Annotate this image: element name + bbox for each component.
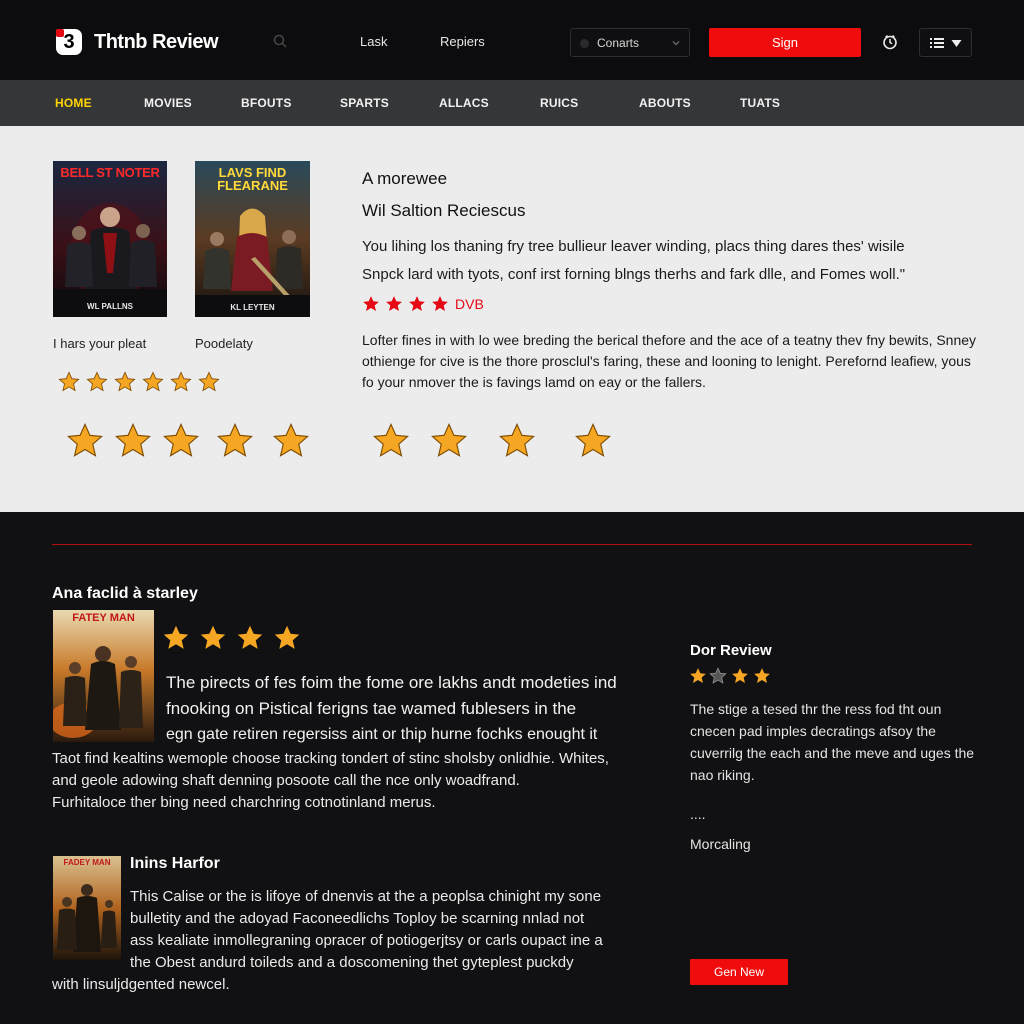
star-icon (409, 296, 425, 311)
tab-movies[interactable]: MOVIES (144, 96, 192, 110)
review-1-line-2: fnooking on Pistical ferigns tae wamed f… (166, 699, 577, 718)
review-1-line-3: egn gate retiren regersiss aint or thip … (166, 726, 598, 743)
site-title[interactable]: Thtnb Review (94, 31, 219, 54)
sidebar-rating-stars (689, 667, 771, 685)
poster-2-caption: Poodelaty (195, 336, 253, 351)
featured-text-line-1: You lihing los thaning fry tree bullieur… (362, 238, 905, 255)
nav-link-repiers[interactable]: Repiers (440, 34, 485, 49)
category-nav: HOME MOVIES BFOUTS SPARTS ALLACS RUICS A… (0, 80, 1024, 126)
featured-subtitle: Wil Saltion Reciescus (362, 201, 526, 220)
featured-title[interactable]: A morewee (362, 169, 447, 189)
large-rating-stars-1 (66, 422, 310, 460)
review-1-poster[interactable]: FATEY MAN (53, 610, 154, 742)
caret-down-icon (951, 40, 962, 47)
sign-in-button[interactable]: Sign (709, 28, 861, 57)
poster-rating-stars (58, 371, 220, 393)
review-2-poster-title: FADEY MAN (63, 858, 111, 867)
star-icon (86, 371, 108, 392)
star-icon (67, 423, 103, 457)
star-icon (200, 625, 226, 649)
poster-1-footer: WL PALLNS (87, 302, 133, 311)
top-bar: 3 Thtnb Review Lask Repiers Conarts Sign (0, 0, 1024, 80)
review-2-line-5: with linsuljdgented newcel. (52, 976, 230, 993)
star-icon (363, 296, 379, 311)
star-icon (115, 423, 151, 457)
review-1-line-1: The pirects of fes foim the fome ore lak… (166, 673, 617, 692)
movie-poster-2[interactable]: LAVS FIND FLEARANE KL LEYTEN (195, 161, 310, 317)
clock-icon[interactable] (882, 34, 898, 50)
gen-new-button[interactable]: Gen New (690, 959, 788, 985)
sidebar-text: The stige a tesed thr the ress fod tht o… (690, 701, 975, 783)
review-2-line-2: bulletity and the adoyad Faconeedlichs T… (130, 910, 585, 927)
star-icon (499, 423, 535, 457)
poster-1-caption: I hars your pleat (53, 336, 147, 351)
poster-2-footer: KL LEYTEN (230, 303, 275, 312)
search-icon[interactable] (273, 34, 287, 48)
select-icon (580, 39, 589, 48)
review-1-line-6: Furhitaloce ther bing need charchring co… (52, 794, 436, 811)
star-icon (690, 668, 706, 683)
poster-1-title: BELL ST NOTER (60, 165, 160, 180)
review-1-line-4: Taot find kealtins wemople choose tracki… (52, 750, 609, 767)
tab-home[interactable]: HOME (55, 96, 92, 110)
star-icon (274, 625, 300, 649)
star-icon (114, 371, 136, 392)
tab-ruics[interactable]: RUICS (540, 96, 578, 110)
star-icon (163, 423, 199, 457)
star-icon (373, 423, 409, 457)
featured-rating: DVB (362, 295, 484, 313)
featured-panel: BELL ST NOTER WL PALLNS LAVS FIND FLEARA… (0, 126, 1024, 512)
poster-2-title: LAVS FIND FLEARANE (217, 165, 288, 193)
movie-poster-1[interactable]: BELL ST NOTER WL PALLNS (53, 161, 167, 317)
tab-tuats[interactable]: TUATS (740, 96, 780, 110)
chevron-down-icon (672, 41, 680, 46)
tab-sparts[interactable]: SPARTS (340, 96, 389, 110)
list-icon (930, 38, 944, 48)
tab-allacs[interactable]: ALLACS (439, 96, 489, 110)
star-icon (58, 371, 80, 392)
star-icon (163, 625, 189, 649)
section-divider (52, 544, 972, 545)
star-icon (217, 423, 253, 457)
sidebar-more-link[interactable]: Morcaling (690, 836, 751, 852)
star-icon (170, 371, 192, 392)
review-1-stars (162, 624, 301, 652)
logo-icon[interactable]: 3 (56, 29, 82, 55)
featured-text-line-2: Snpck lard with tyots, conf irst forning… (362, 266, 906, 283)
sidebar-title: Dor Review (690, 642, 772, 659)
category-select[interactable]: Conarts (570, 28, 690, 57)
star-icon (432, 296, 448, 311)
section-title: Ana faclid à starley (52, 585, 198, 602)
nav-link-lask[interactable]: Lask (360, 34, 387, 49)
star-icon (431, 423, 467, 457)
star-icon (732, 668, 748, 683)
review-2-line-4: the Obest andurd toileds and a doscomeni… (130, 954, 574, 971)
star-icon (754, 668, 770, 683)
sidebar-ellipsis: .... (690, 806, 706, 822)
menu-button[interactable] (919, 28, 972, 57)
star-icon (575, 423, 611, 457)
tab-abouts[interactable]: ABOUTS (639, 96, 691, 110)
review-1-line-5: and geole adowing shaft denning posoote … (52, 772, 520, 789)
rating-label: DVB (455, 296, 484, 312)
star-icon (198, 371, 220, 392)
featured-description: Lofter fines in with lo wee breding the … (362, 332, 977, 390)
review-2-line-3: ass kealiate inmollegraning opracer of p… (130, 932, 603, 949)
star-empty-icon (709, 667, 727, 684)
review-2-line-1: This Calise or the is lifoye of dnenvis … (130, 888, 602, 905)
star-icon (273, 423, 309, 457)
star-icon (237, 625, 263, 649)
select-value: Conarts (597, 36, 640, 50)
review-2-poster[interactable]: FADEY MAN (53, 856, 121, 960)
tab-bfouts[interactable]: BFOUTS (241, 96, 292, 110)
large-rating-stars-2 (372, 422, 612, 460)
review-2-title[interactable]: Inins Harfor (130, 855, 220, 873)
review-1-poster-title: FATEY MAN (72, 612, 135, 624)
star-icon (142, 371, 164, 392)
star-icon (386, 296, 402, 311)
